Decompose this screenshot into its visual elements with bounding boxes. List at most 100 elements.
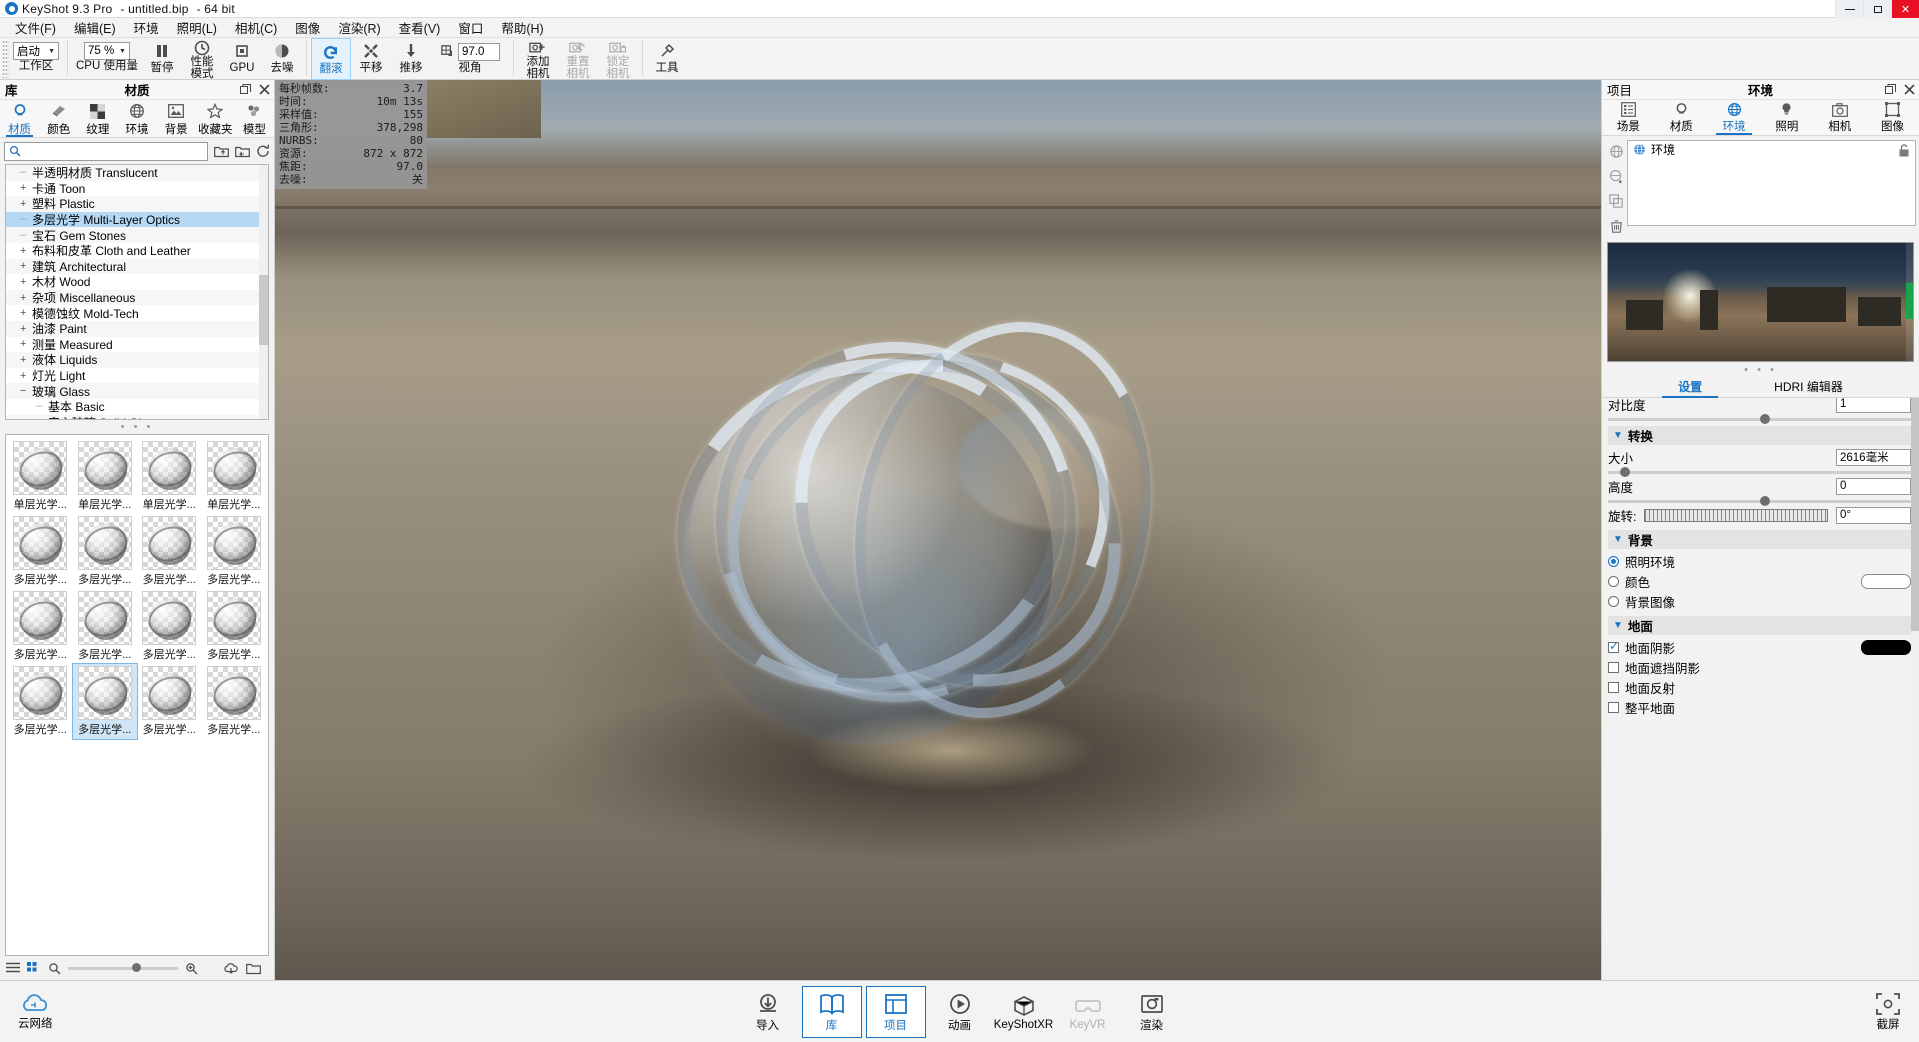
expand-icon[interactable]: + (20, 260, 32, 272)
expand-icon[interactable]: + (20, 354, 32, 366)
project-tab-camera[interactable]: 相机 (1813, 100, 1866, 135)
expand-icon[interactable]: + (20, 182, 32, 194)
list-view-icon[interactable] (6, 962, 20, 974)
material-thumbnail[interactable]: 多层光学... (73, 514, 138, 589)
menu-edit[interactable]: 编辑(E) (65, 16, 125, 39)
expand-icon[interactable]: + (20, 198, 32, 210)
project-tab-environment[interactable]: 环境 (1708, 100, 1761, 135)
size-input[interactable]: 2616毫米 (1836, 448, 1911, 466)
render-viewport[interactable]: 每秒帧数: 3.7 时间: 10m 13s 采样值: 155 三角形: 378,298 NURB… (275, 80, 1601, 980)
height-slider[interactable] (1608, 496, 1911, 506)
zoom-out-icon[interactable] (48, 962, 61, 975)
material-thumbnail[interactable]: 多层光学... (202, 514, 267, 589)
refresh-icon[interactable] (256, 144, 270, 158)
tree-scrollbar-thumb[interactable] (259, 275, 268, 345)
leaf-icon[interactable]: ┄ (20, 166, 32, 179)
material-thumbnail[interactable]: 多层光学... (202, 589, 267, 664)
material-thumbnail[interactable]: 单层光学... (73, 439, 138, 514)
checkbox-icon[interactable] (1608, 701, 1619, 713)
tree-row[interactable]: + 布料和皮革 Cloth and Leather (6, 243, 268, 259)
close-icon[interactable] (259, 84, 270, 95)
ground-occlusion-row[interactable]: 地面遮挡阴影 (1608, 657, 1911, 677)
radio-icon[interactable] (1608, 595, 1619, 607)
tree-row[interactable]: + 木材 Wood (6, 274, 268, 290)
material-thumbnail[interactable]: 多层光学... (137, 664, 202, 739)
ground-shadow-color-swatch[interactable] (1861, 639, 1911, 655)
project-tab-image[interactable]: 图像 (1866, 100, 1919, 135)
fov-control[interactable]: 97.0 视角 (431, 38, 509, 80)
project-splitter-handle[interactable]: • • • (1602, 362, 1919, 378)
hdri-preview-scroll-thumb[interactable] (1906, 283, 1913, 319)
folder-up-icon[interactable] (214, 145, 229, 158)
tab-models[interactable]: 模型 (235, 100, 274, 137)
rotation-input[interactable]: 0° (1836, 506, 1911, 524)
duplicate-icon[interactable] (1608, 194, 1624, 209)
cpu-usage-combo[interactable]: 75 % ▼ (83, 42, 130, 60)
tumble-tool-button[interactable]: 翻滚 (310, 38, 351, 80)
keyshotxr-button[interactable]: KeyShotXR (994, 986, 1054, 1038)
material-thumbnail[interactable]: 多层光学... (8, 589, 73, 664)
library-splitter-handle[interactable]: • • • (0, 420, 274, 434)
workspace-selector[interactable]: 启动 ▼ 工作区 (9, 38, 63, 80)
pause-button[interactable]: 暂停 (142, 38, 182, 80)
material-thumbnail[interactable]: 多层光学... (71, 663, 138, 740)
hdri-preview-scrollbar[interactable] (1906, 243, 1913, 361)
background-option-backplate[interactable]: 背景图像 (1608, 591, 1911, 611)
section-ground-header[interactable]: ▼ 地面 (1608, 616, 1911, 635)
menu-lighting[interactable]: 照明(L) (168, 16, 226, 39)
background-color-swatch[interactable] (1861, 573, 1911, 589)
sub-tab-hdri-editor[interactable]: HDRI 编辑器 (1758, 378, 1859, 397)
contrast-input[interactable]: 1 (1836, 398, 1911, 413)
tools-button[interactable]: 工具 (647, 38, 687, 80)
material-thumbnail-grid[interactable]: 单层光学... 单层光学... 单层光学... 单层光学... 多层光学... 多层光学.… (5, 434, 269, 956)
tree-row[interactable]: + 液体 Liquids (6, 352, 268, 368)
leaf-icon[interactable]: ┄ (20, 229, 32, 242)
sub-tab-settings[interactable]: 设置 (1662, 378, 1719, 398)
thumbnail-size-slider[interactable] (68, 962, 178, 972)
tree-scrollbar[interactable] (259, 165, 268, 419)
screenshot-button[interactable]: 截屏 (1875, 992, 1901, 1032)
material-thumbnail[interactable]: 多层光学... (73, 589, 138, 664)
environment-list[interactable]: 环境 (1627, 140, 1916, 226)
performance-mode-button[interactable]: 性能 模式 (182, 38, 222, 80)
toolbar-grip[interactable] (2, 40, 9, 78)
menu-image[interactable]: 图像 (286, 16, 329, 39)
tab-favorites[interactable]: 收藏夹 (196, 100, 235, 137)
radio-icon[interactable] (1608, 555, 1619, 567)
material-thumbnail[interactable]: 多层光学... (202, 664, 267, 739)
trash-icon[interactable] (1609, 219, 1624, 234)
globe-add-icon[interactable] (1609, 169, 1624, 184)
settings-scrollbar[interactable] (1911, 398, 1919, 980)
close-button[interactable]: ✕ (1891, 0, 1919, 18)
tree-row[interactable]: + 模德蚀纹 Mold-Tech (6, 305, 268, 321)
environment-settings-scroll[interactable]: 对比度 1 ▼ 转换 大小 2616毫米 高度 0 旋转: 0° ▼ 背景 照明… (1602, 398, 1919, 980)
size-slider[interactable] (1608, 467, 1911, 477)
material-thumbnail[interactable]: 多层光学... (137, 514, 202, 589)
tree-row[interactable]: + 杂项 Miscellaneous (6, 289, 268, 306)
tree-row[interactable]: ┄ 半透明材质 Translucent (6, 165, 268, 181)
cloud-network-button[interactable]: 云网络 (18, 993, 53, 1031)
contrast-slider[interactable] (1608, 414, 1911, 424)
render-button[interactable]: 渲染 (1122, 986, 1182, 1038)
add-camera-button[interactable]: 添加 相机 (518, 38, 558, 80)
checkbox-icon[interactable] (1608, 639, 1619, 653)
checkbox-icon[interactable] (1608, 681, 1619, 693)
material-thumbnail[interactable]: 多层光学... (137, 589, 202, 664)
background-option-lighting-env[interactable]: 照明环境 (1608, 551, 1911, 571)
menu-window[interactable]: 窗口 (449, 16, 492, 39)
tree-row[interactable]: + 灯光 Light (6, 368, 268, 384)
expand-icon[interactable]: + (20, 276, 32, 288)
tree-row[interactable]: + 塑料 Plastic (6, 196, 268, 212)
animation-button[interactable]: 动画 (930, 986, 990, 1038)
project-tab-scene[interactable]: 场景 (1602, 100, 1655, 135)
maximize-button[interactable] (1863, 0, 1891, 18)
cloud-download-icon[interactable] (223, 962, 239, 975)
tab-colors[interactable]: 颜色 (39, 100, 78, 137)
tree-row[interactable]: + 测量 Measured (6, 337, 268, 353)
slider-knob[interactable] (1759, 496, 1770, 506)
material-thumbnail[interactable]: 单层光学... (137, 439, 202, 514)
folder-icon[interactable] (246, 962, 261, 975)
menu-render[interactable]: 渲染(R) (329, 16, 389, 39)
slider-knob[interactable] (1759, 414, 1770, 424)
globe-icon[interactable] (1609, 144, 1624, 159)
